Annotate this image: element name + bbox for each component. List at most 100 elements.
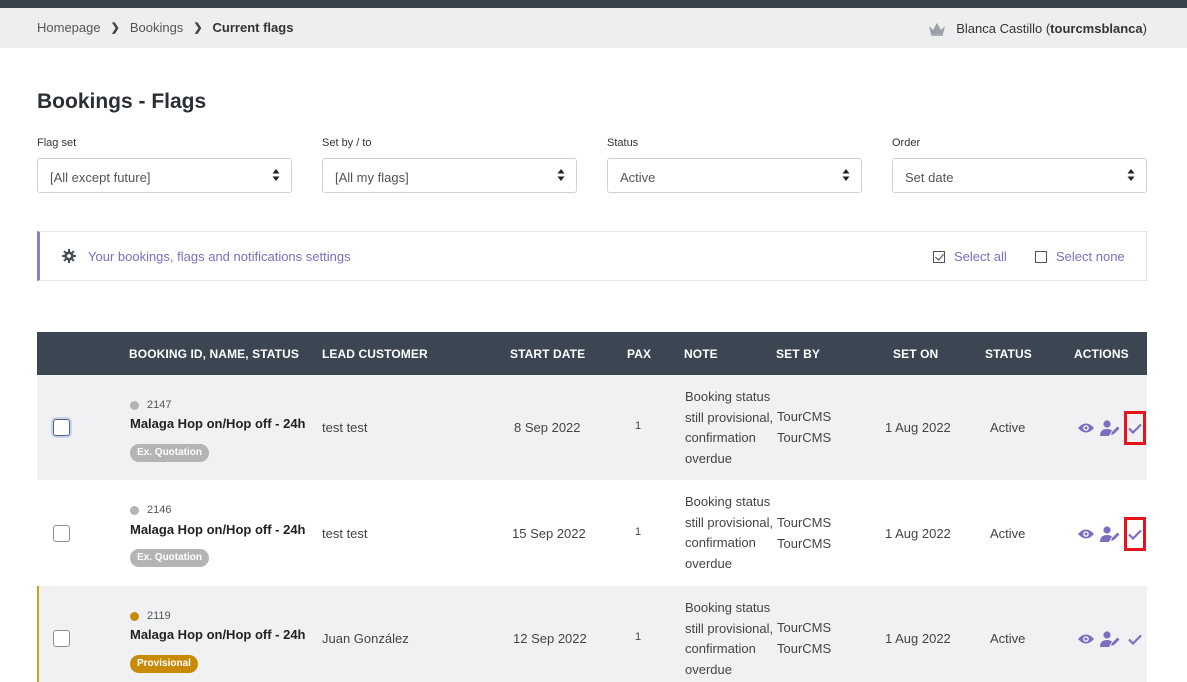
row-actions	[1076, 622, 1146, 656]
col-start-date[interactable]: START DATE	[510, 347, 585, 361]
user-name-suffix: )	[1142, 21, 1147, 36]
order-select[interactable]: Set date	[892, 158, 1147, 193]
note-line: confirmation	[685, 430, 756, 445]
status-dot-icon	[130, 611, 139, 621]
status-badge: Ex. Quotation	[130, 549, 209, 567]
user-name-prefix: Blanca Castillo (	[956, 21, 1051, 36]
note: Booking status still provisional, confir…	[685, 387, 780, 469]
filter-label: Order	[892, 137, 921, 149]
check-icon	[1128, 634, 1142, 645]
set-by-line: TourCMS	[777, 535, 832, 551]
view-eye-icon[interactable]	[1076, 525, 1096, 543]
select-value: [All except future]	[50, 170, 151, 185]
sort-arrows-icon	[1127, 169, 1135, 181]
note: Booking status still provisional, confir…	[685, 598, 780, 680]
col-set-by[interactable]: SET BY	[776, 347, 820, 361]
top-strip	[0, 0, 1187, 8]
mark-done-button[interactable]	[1124, 517, 1146, 551]
status-select[interactable]: Active	[607, 158, 862, 193]
start-date: 15 Sep 2022	[512, 526, 586, 541]
table-row: 2119 Malaga Hop on/Hop off - 24h Provisi…	[37, 586, 1147, 682]
row-checkbox[interactable]	[53, 419, 70, 436]
note-line: overdue	[685, 661, 732, 677]
select-all-button[interactable]: Select all	[933, 249, 1007, 264]
col-lead-customer[interactable]: LEAD CUSTOMER	[322, 347, 428, 361]
col-note: NOTE	[684, 347, 718, 361]
filter-label: Status	[607, 137, 639, 149]
start-date: 8 Sep 2022	[514, 420, 581, 435]
booking-id[interactable]: 2146	[130, 504, 171, 516]
settings-link[interactable]: Your bookings, flags and notifications s…	[88, 249, 351, 264]
note-line: confirmation	[685, 641, 756, 656]
booking-id[interactable]: 2119	[130, 610, 171, 622]
filter-status: Status Active	[607, 137, 862, 193]
booking-id-text: 2119	[147, 610, 171, 622]
note-line: overdue	[685, 450, 732, 466]
col-actions: ACTIONS	[1074, 347, 1129, 361]
booking-id-text: 2146	[147, 504, 172, 516]
note-line: confirmation	[685, 535, 756, 550]
row-checkbox[interactable]	[53, 630, 70, 647]
pax: 1	[635, 420, 642, 432]
sort-arrows-icon	[557, 169, 565, 181]
view-eye-icon[interactable]	[1076, 630, 1096, 648]
select-value: Active	[620, 170, 656, 185]
booking-id-text: 2147	[147, 399, 172, 411]
select-value: [All my flags]	[335, 170, 409, 185]
select-value: Set date	[905, 170, 954, 185]
note-line: still provisional,	[685, 409, 774, 425]
breadcrumb-current: Current flags	[212, 20, 294, 35]
row-actions	[1076, 517, 1146, 551]
booking-name[interactable]: Malaga Hop on/Hop off - 24h	[130, 416, 306, 431]
table-row: 2146 Malaga Hop on/Hop off - 24h Ex. Quo…	[37, 480, 1147, 585]
filter-label: Set by / to	[322, 137, 372, 149]
filter-label: Flag set	[37, 137, 77, 149]
edit-user-icon[interactable]	[1100, 525, 1120, 543]
table-row: 2147 Malaga Hop on/Hop off - 24h Ex. Quo…	[37, 375, 1147, 480]
check-icon	[1128, 529, 1142, 540]
col-status[interactable]: STATUS	[985, 347, 1032, 361]
select-none-button[interactable]: Select none	[1035, 249, 1125, 264]
chevron-right-icon: ❯	[193, 22, 203, 34]
filter-flag-set: Flag set [All except future]	[37, 137, 292, 193]
set-on: 1 Aug 2022	[885, 420, 951, 435]
sort-arrows-icon	[842, 169, 850, 181]
set-by: TourCMS TourCMS	[777, 618, 831, 659]
booking-name[interactable]: Malaga Hop on/Hop off - 24h	[130, 627, 306, 642]
edit-user-icon[interactable]	[1100, 419, 1120, 437]
user-username: tourcmsblanca	[1050, 21, 1143, 36]
col-pax[interactable]: PAX	[627, 347, 651, 361]
set-by-line: TourCMS	[777, 409, 832, 424]
user-menu[interactable]: Blanca Castillo (tourcmsblanca)	[928, 21, 1147, 36]
mark-done-button[interactable]	[1124, 411, 1146, 445]
breadcrumb-homepage[interactable]: Homepage	[37, 20, 101, 35]
breadcrumb-bookings[interactable]: Bookings	[130, 20, 183, 35]
set-by-line: TourCMS	[777, 640, 832, 656]
set-by-line: TourCMS	[777, 429, 832, 445]
status-dot-icon	[130, 400, 139, 410]
col-booking[interactable]: BOOKING ID, NAME, STATUS	[129, 347, 299, 361]
mark-done-button[interactable]	[1124, 622, 1146, 656]
view-eye-icon[interactable]	[1076, 419, 1096, 437]
note-line: Booking status	[685, 494, 771, 509]
page-title: Bookings - Flags	[37, 90, 207, 113]
settings-bar: Your bookings, flags and notifications s…	[37, 231, 1147, 281]
crown-icon	[929, 22, 946, 36]
edit-user-icon[interactable]	[1100, 630, 1120, 648]
booking-id[interactable]: 2147	[130, 399, 171, 411]
note-line: still provisional,	[685, 514, 774, 530]
flag-status: Active	[990, 420, 1026, 435]
flag-status: Active	[990, 526, 1026, 541]
booking-name[interactable]: Malaga Hop on/Hop off - 24h	[130, 522, 306, 537]
note-line: still provisional,	[685, 620, 774, 636]
row-actions	[1076, 411, 1146, 445]
flag-set-select[interactable]: [All except future]	[37, 158, 292, 193]
set-by-line: TourCMS	[777, 620, 832, 635]
row-checkbox[interactable]	[53, 525, 70, 542]
sort-arrows-icon	[272, 169, 280, 181]
col-set-on[interactable]: SET ON	[893, 347, 938, 361]
table-header: BOOKING ID, NAME, STATUS LEAD CUSTOMER S…	[37, 332, 1147, 375]
set-by-select[interactable]: [All my flags]	[322, 158, 577, 193]
chevron-right-icon: ❯	[110, 22, 120, 34]
set-by: TourCMS TourCMS	[777, 513, 831, 554]
